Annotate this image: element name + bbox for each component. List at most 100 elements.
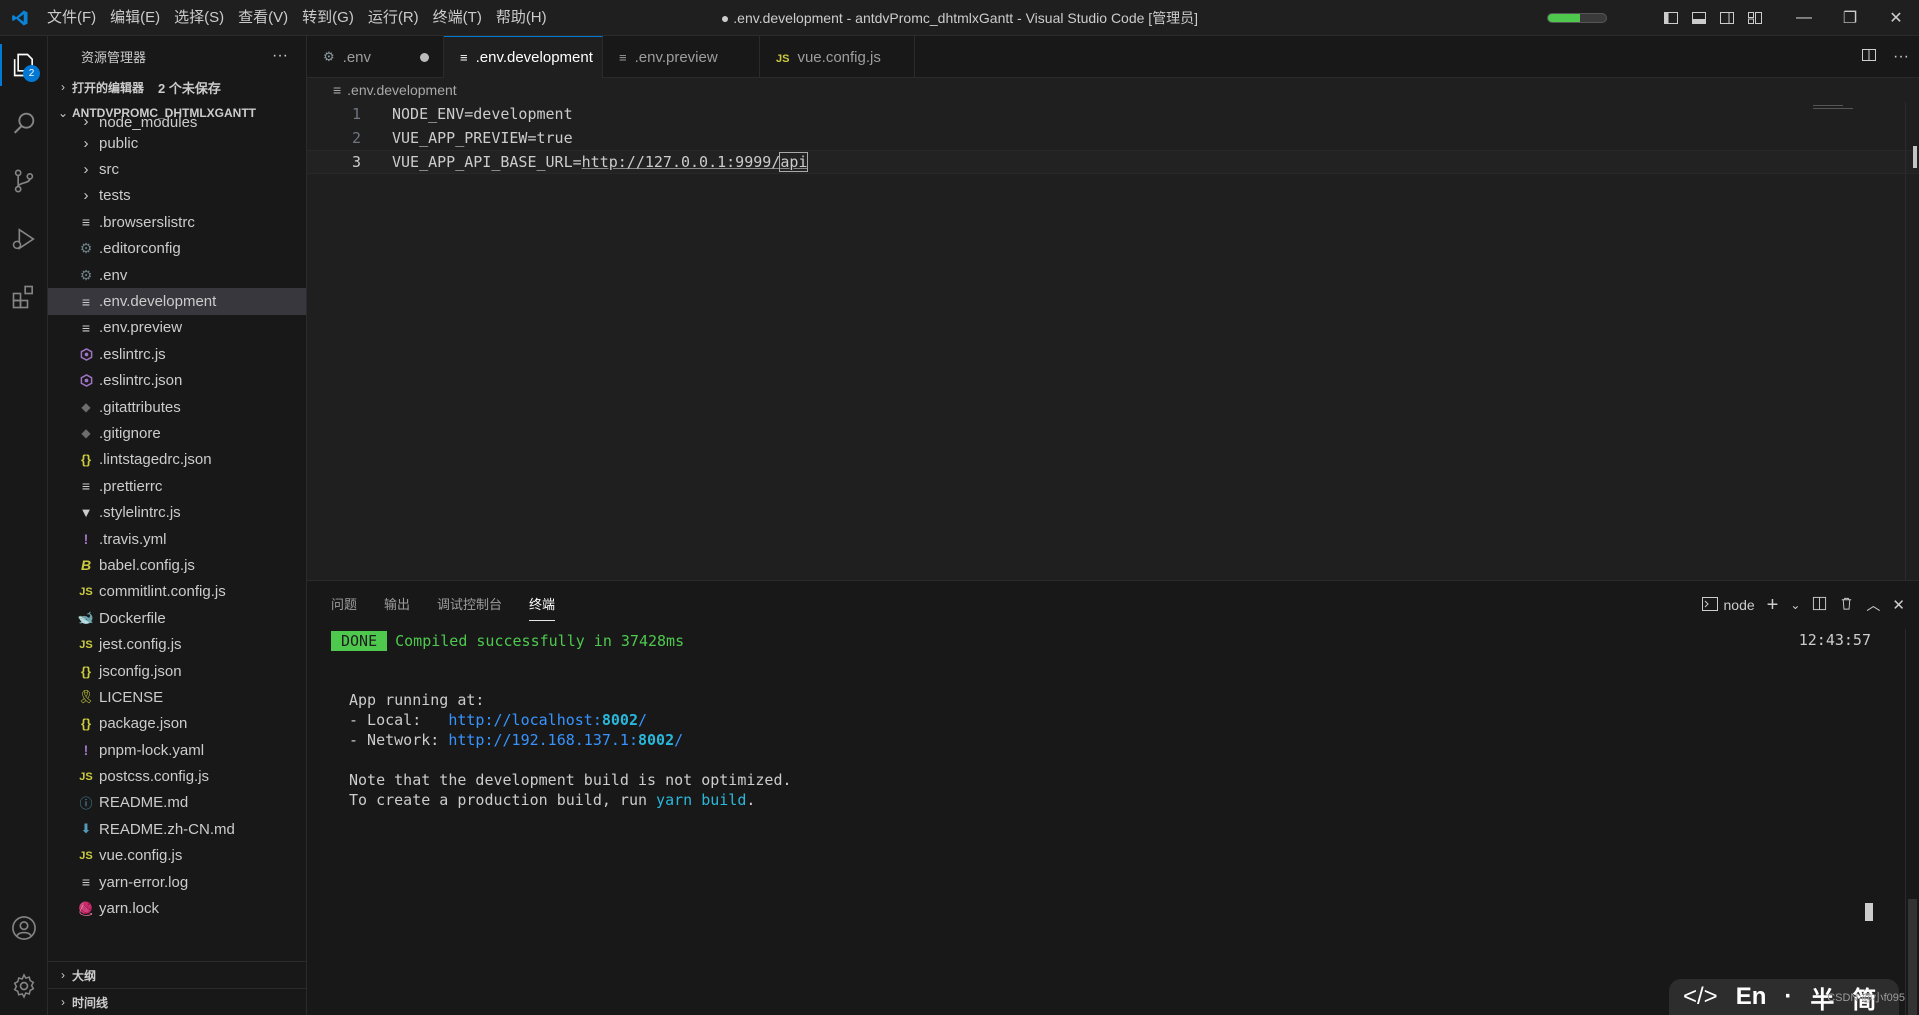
settings-gear-icon[interactable] — [0, 957, 48, 1015]
close-button[interactable]: ✕ — [1873, 0, 1919, 36]
explorer-icon[interactable]: 2 — [0, 36, 48, 94]
unsaved-dot-icon[interactable] — [420, 52, 429, 62]
split-editor-icon[interactable] — [1861, 47, 1877, 68]
panel-scrollbar[interactable] — [1905, 629, 1919, 1015]
tree-file[interactable]: ≡ yarn-error.log — [48, 869, 306, 895]
code-text[interactable]: VUE_APP_API_BASE_URL=http://127.0.0.1:99… — [361, 152, 809, 172]
toggle-secondary-sidebar-icon[interactable] — [1713, 0, 1741, 36]
tree-file[interactable]: ≡ .env.development — [48, 288, 306, 315]
run-debug-icon[interactable] — [0, 210, 48, 268]
tree-file[interactable]: ≡ .browserslistrc — [48, 209, 306, 235]
toggle-panel-icon[interactable] — [1685, 0, 1713, 36]
editor-scrollbar[interactable] — [1905, 102, 1919, 580]
source-control-icon[interactable] — [0, 152, 48, 210]
maximize-panel-icon[interactable]: ︿ — [1866, 595, 1880, 615]
close-panel-icon[interactable]: ✕ — [1892, 596, 1905, 614]
tree-file[interactable]: JS postcss.config.js — [48, 763, 306, 789]
tree-file[interactable]: ≡ .prettierrc — [48, 473, 306, 499]
tree-file[interactable]: {} jsconfig.json — [48, 658, 306, 684]
timeline-section[interactable]: › 时间线 — [48, 988, 307, 1015]
tree-file[interactable]: ◆ .gitignore — [48, 420, 306, 446]
more-actions-icon[interactable]: ··· — [1893, 48, 1909, 66]
breadcrumb-file[interactable]: .env.development — [347, 82, 456, 98]
tree-file[interactable]: ▼ .stylelintrc.js — [48, 499, 306, 525]
tree-folder[interactable]: › src — [48, 156, 306, 182]
menu-item[interactable]: 编辑(E) — [103, 0, 167, 36]
restore-button[interactable]: ❐ — [1827, 0, 1873, 36]
tree-file[interactable]: ⚙ .env — [48, 262, 306, 288]
panel-tab[interactable]: 终端 — [529, 591, 556, 621]
editor-tab[interactable]: ≡ .env.development — [444, 36, 603, 78]
search-icon[interactable] — [0, 94, 48, 152]
editor-tab[interactable]: ⚙ .env — [307, 36, 444, 78]
minimap[interactable] — [1805, 104, 1905, 116]
title-actions: — ❐ ✕ — [1547, 0, 1919, 36]
tree-file[interactable]: ◆ .gitattributes — [48, 394, 306, 420]
network-url[interactable]: http://192.168.137.1:8002/ — [448, 731, 683, 749]
menu-item[interactable]: 查看(V) — [231, 0, 295, 36]
tree-file[interactable]: 🎗 LICENSE — [48, 684, 306, 710]
outline-section[interactable]: › 大纲 — [48, 961, 307, 988]
tree-file[interactable]: .eslintrc.js — [48, 341, 306, 367]
code-editor[interactable]: 1 NODE_ENV=development 2 VUE_APP_PREVIEW… — [307, 102, 1919, 580]
ime-punct[interactable]: · — [1784, 983, 1792, 1011]
editor-tab[interactable]: JS vue.config.js — [760, 36, 915, 78]
tree-file[interactable]: {} package.json — [48, 711, 306, 737]
tree-file[interactable]: JS vue.config.js — [48, 843, 306, 869]
breadcrumb[interactable]: ≡ .env.development — [307, 78, 1919, 102]
code-line[interactable]: 2 VUE_APP_PREVIEW=true — [307, 126, 1919, 150]
chevron-down-icon[interactable]: ⌄ — [1790, 598, 1800, 612]
tree-file[interactable]: JS jest.config.js — [48, 631, 306, 657]
menu-item[interactable]: 选择(S) — [167, 0, 231, 36]
tree-file[interactable]: {} .lintstagedrc.json — [48, 447, 306, 473]
customize-layout-icon[interactable] — [1741, 0, 1769, 36]
tree-file[interactable]: JS commitlint.config.js — [48, 579, 306, 605]
code-url[interactable]: http://127.0.0.1:9999/ — [582, 153, 781, 171]
toggle-sidebar-icon[interactable] — [1657, 0, 1685, 36]
panel-tab[interactable]: 问题 — [331, 591, 357, 619]
tree-file[interactable]: ⚙ .editorconfig — [48, 236, 306, 262]
ime-code-icon[interactable]: </> — [1683, 983, 1718, 1011]
panel-tab[interactable]: 输出 — [384, 591, 410, 619]
tree-file[interactable]: ⓘ README.md — [48, 790, 306, 816]
split-terminal-icon[interactable] — [1812, 596, 1827, 615]
accounts-icon[interactable] — [0, 899, 48, 957]
minimize-button[interactable]: — — [1781, 0, 1827, 36]
tree-file[interactable]: ⬇ README.zh-CN.md — [48, 816, 306, 842]
code-text[interactable]: VUE_APP_PREVIEW=true — [361, 129, 573, 147]
editor-tab[interactable]: ≡ .env.preview — [603, 36, 760, 78]
tree-file[interactable]: .eslintrc.json — [48, 368, 306, 394]
trash-icon[interactable] — [1839, 596, 1854, 615]
terminal-output[interactable]: DONE Compiled successfully in 37428ms 12:… — [331, 631, 1905, 1015]
file-lines-icon: ≡ — [81, 293, 91, 310]
tree-file[interactable]: 🐋 Dockerfile — [48, 605, 306, 631]
menu-item[interactable]: 运行(R) — [361, 0, 426, 36]
code-line[interactable]: 1 NODE_ENV=development — [307, 102, 1919, 126]
code-selection[interactable]: api — [779, 152, 809, 172]
menu-item[interactable]: 帮助(H) — [489, 0, 554, 36]
sidebar-more-button[interactable]: ··· — [272, 47, 288, 65]
panel-tab[interactable]: 调试控制台 — [437, 591, 502, 619]
tree-folder[interactable]: › public — [48, 130, 306, 156]
tree-file[interactable]: Bbabel.config.js — [48, 552, 306, 578]
tree-folder[interactable]: › node_modules — [48, 116, 306, 130]
menu-item[interactable]: 终端(T) — [426, 0, 489, 36]
code-line-current[interactable]: 3 VUE_APP_API_BASE_URL=http://127.0.0.1:… — [307, 150, 1919, 174]
menu-item[interactable]: 文件(F) — [40, 0, 103, 36]
new-terminal-icon[interactable]: + — [1767, 594, 1779, 617]
menu-item[interactable]: 转到(G) — [295, 0, 361, 36]
chevron-right-icon: › — [83, 187, 89, 205]
terminal-selector[interactable]: node — [1701, 596, 1755, 614]
tree-file[interactable]: ! pnpm-lock.yaml — [48, 737, 306, 763]
tree-file[interactable]: 🧶 yarn.lock — [48, 895, 306, 921]
ime-lang[interactable]: En — [1736, 983, 1767, 1011]
tree-file[interactable]: ≡ .env.preview — [48, 315, 306, 341]
open-editors-section[interactable]: › 打开的编辑器 2 个未保存 — [48, 76, 306, 98]
tree-item-label: postcss.config.js — [99, 768, 210, 786]
tree-folder[interactable]: › tests — [48, 183, 306, 209]
tree-file[interactable]: ! .travis.yml — [48, 526, 306, 552]
tree-item-label: .prettierrc — [99, 477, 163, 495]
local-url[interactable]: http://localhost:8002/ — [448, 711, 647, 729]
code-text[interactable]: NODE_ENV=development — [361, 105, 573, 123]
extensions-icon[interactable] — [0, 268, 48, 326]
